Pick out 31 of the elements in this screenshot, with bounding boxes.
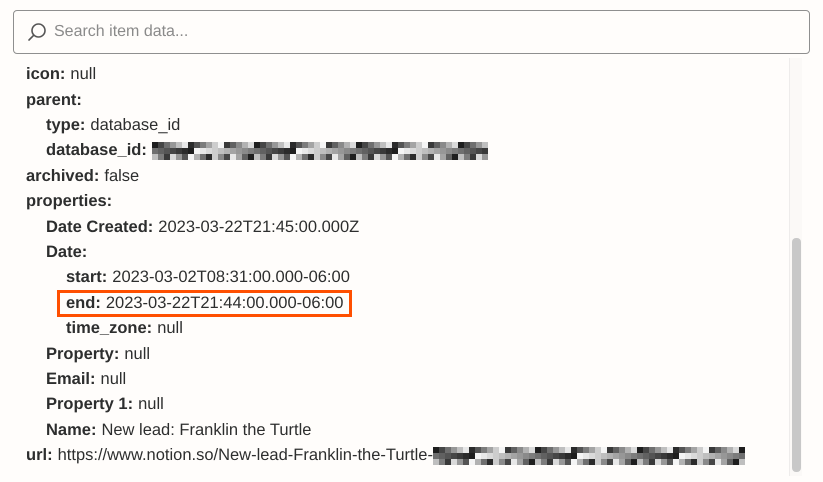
field-value: false [104, 166, 140, 186]
field-key: Name: [46, 420, 96, 440]
field-value: null [138, 395, 164, 414]
field-key: url: [26, 446, 53, 466]
field-key: Date: [46, 242, 88, 262]
field-key: Email: [46, 370, 96, 389]
field-value: null [70, 65, 96, 84]
field-key: time_zone: [66, 319, 152, 338]
field-value: 2023-03-22T21:45:00.000Z [158, 218, 360, 237]
search-field[interactable]: Search item data... [13, 10, 810, 54]
scrollbar-thumb[interactable] [792, 238, 801, 472]
field-key: archived: [26, 166, 100, 186]
field-key: Property: [46, 344, 120, 364]
field-key: start: [66, 268, 108, 288]
field-key: type: [46, 116, 86, 135]
field-key: parent: [26, 90, 82, 110]
field-key: database_id: [46, 141, 147, 160]
field-value: https://www.notion.so/New-lead-Franklin-the-Turtle- [58, 446, 433, 466]
field-key: end: [66, 294, 101, 313]
field-key: Date Created: [46, 218, 154, 237]
field-key: Property 1: [46, 395, 134, 414]
field-key: icon: [26, 65, 66, 84]
search-icon [27, 22, 47, 42]
field-value: null [100, 370, 126, 389]
field-value: null [124, 344, 150, 364]
field-value: null [157, 319, 183, 338]
field-value: database_id [90, 116, 180, 135]
field-value: 2023-03-02T08:31:00.000-06:00 [112, 268, 350, 288]
field-key: properties: [26, 192, 112, 212]
field-value: New lead: Franklin the Turtle [101, 420, 312, 440]
field-value: 2023-03-22T21:44:00.000-06:00 [106, 294, 344, 313]
